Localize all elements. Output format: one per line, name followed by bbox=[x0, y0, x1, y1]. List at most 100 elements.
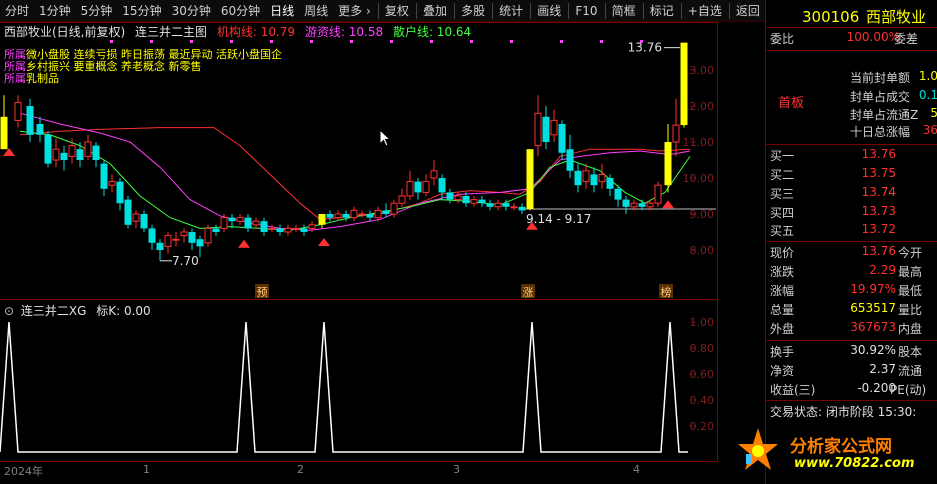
candle-body bbox=[292, 227, 300, 230]
tab-15min[interactable]: 15分钟 bbox=[117, 0, 166, 22]
stats-button[interactable]: 统计 bbox=[494, 0, 528, 22]
overlay-button[interactable]: 叠加 bbox=[418, 0, 452, 22]
candlestick bbox=[188, 228, 196, 250]
candlestick bbox=[414, 178, 422, 200]
candle-body bbox=[334, 213, 342, 219]
tab-60min[interactable]: 60分钟 bbox=[216, 0, 265, 22]
indicator-name[interactable]: 连三并二主图 bbox=[135, 25, 207, 39]
candle-body bbox=[614, 188, 622, 200]
marker-label: 涨 bbox=[523, 286, 534, 299]
bid-price: 13.75 bbox=[861, 166, 896, 180]
detail-label-2: 最高 bbox=[898, 265, 923, 279]
candle-body bbox=[164, 235, 172, 247]
candlestick bbox=[212, 224, 220, 236]
high-price-annotation: 13.76 bbox=[628, 41, 662, 55]
candlestick bbox=[244, 214, 252, 232]
candlestick bbox=[180, 228, 188, 243]
buy-signal-arrow-icon bbox=[238, 239, 250, 248]
candle-body bbox=[534, 112, 542, 147]
detail-row: 收益(三) -0.200 PE(动) bbox=[770, 381, 936, 400]
candlestick bbox=[260, 217, 268, 236]
candle-body bbox=[366, 214, 374, 218]
xg-indicator-chart[interactable]: 1.00 0.80 0.60 0.40 0.20 bbox=[0, 300, 718, 462]
candle-body bbox=[574, 170, 582, 186]
x-axis-label: 2024年 bbox=[4, 465, 43, 478]
x-axis: 2024年 1 2 3 4 bbox=[0, 462, 718, 478]
candlestick bbox=[326, 210, 334, 222]
candle-body bbox=[196, 239, 204, 247]
candle-body bbox=[478, 199, 486, 204]
signal-dot bbox=[390, 40, 393, 43]
adjust-button[interactable]: 复权 bbox=[380, 0, 414, 22]
marker-label: 预 bbox=[257, 286, 268, 299]
y-tick-label: 0.20 bbox=[690, 420, 715, 433]
weibi-row: 委比 100.00% 委差 bbox=[770, 30, 936, 49]
candlestick bbox=[284, 224, 292, 236]
candle-body bbox=[100, 163, 108, 189]
candlestick bbox=[470, 196, 478, 207]
candlestick bbox=[366, 210, 374, 222]
tab-5min[interactable]: 5分钟 bbox=[76, 0, 118, 22]
candle-body bbox=[406, 181, 414, 197]
signal-dot bbox=[110, 40, 113, 43]
candle-body bbox=[44, 134, 52, 164]
candlestick bbox=[26, 98, 34, 142]
candle-body bbox=[622, 199, 630, 207]
range-annotation: 9.14 - 9.17 bbox=[526, 212, 591, 226]
detail-label-2: 今开 bbox=[898, 246, 923, 260]
candlestick bbox=[140, 210, 148, 232]
bid-price: 13.76 bbox=[861, 147, 896, 161]
candlestick bbox=[60, 145, 68, 171]
bid-price: 13.73 bbox=[861, 204, 896, 218]
candle-body bbox=[220, 217, 228, 229]
candle-body bbox=[140, 214, 148, 229]
candle-body bbox=[172, 238, 180, 241]
candlestick bbox=[680, 42, 688, 128]
back-button[interactable]: 返回 bbox=[731, 0, 765, 22]
divider bbox=[766, 144, 937, 145]
tab-more[interactable]: 更多 › bbox=[333, 0, 376, 22]
candlestick bbox=[172, 232, 180, 247]
candlestick bbox=[276, 224, 284, 236]
mouse-cursor-icon bbox=[379, 129, 391, 147]
candlestick bbox=[156, 239, 164, 261]
signal-dot bbox=[150, 40, 153, 43]
tab-daily[interactable]: 日线 bbox=[265, 0, 299, 22]
f10-button[interactable]: F10 bbox=[570, 0, 602, 22]
candlestick bbox=[526, 149, 534, 211]
tab-30min[interactable]: 30分钟 bbox=[167, 0, 216, 22]
add-watchlist-button[interactable]: +自选 bbox=[683, 0, 727, 22]
candle-body bbox=[430, 170, 438, 179]
watermark-logo-text: 分析家公式网 bbox=[790, 437, 892, 457]
draw-line-button[interactable]: 画线 bbox=[532, 0, 566, 22]
mark-button[interactable]: 标记 bbox=[645, 0, 679, 22]
watermark-logo-url: www.70822.com bbox=[794, 456, 915, 471]
tab-1min[interactable]: 1分钟 bbox=[34, 0, 76, 22]
sub-indicator-name[interactable]: 连三并二XG bbox=[21, 304, 87, 318]
concept-line-3: 所属乳制品 bbox=[4, 70, 59, 86]
y-tick-label: 8.00 bbox=[690, 244, 715, 257]
candle-body bbox=[664, 142, 672, 186]
bid-price: 13.72 bbox=[861, 222, 896, 236]
candle-body bbox=[422, 181, 430, 193]
candlestick bbox=[76, 142, 84, 168]
detail-label-2: PE(动) bbox=[890, 383, 927, 397]
candle-body bbox=[606, 178, 614, 189]
candlestick bbox=[44, 131, 52, 168]
candle-body bbox=[374, 209, 382, 219]
candle-body bbox=[300, 228, 308, 232]
concept-text: 乳制品 bbox=[26, 72, 59, 85]
candle-body bbox=[228, 217, 236, 222]
candle-body bbox=[132, 213, 140, 222]
simple-frame-button[interactable]: 简框 bbox=[607, 0, 641, 22]
collapse-icon[interactable]: ⊙ bbox=[4, 304, 14, 318]
candlestick bbox=[518, 203, 526, 214]
stat-value: 36 bbox=[922, 123, 937, 137]
divider bbox=[766, 241, 937, 242]
tab-timeshare[interactable]: 分时 bbox=[0, 0, 34, 22]
candle-body bbox=[342, 214, 350, 218]
candlestick bbox=[148, 224, 156, 250]
candlestick bbox=[486, 199, 494, 211]
multi-stock-button[interactable]: 多股 bbox=[456, 0, 490, 22]
tab-weekly[interactable]: 周线 bbox=[299, 0, 333, 22]
